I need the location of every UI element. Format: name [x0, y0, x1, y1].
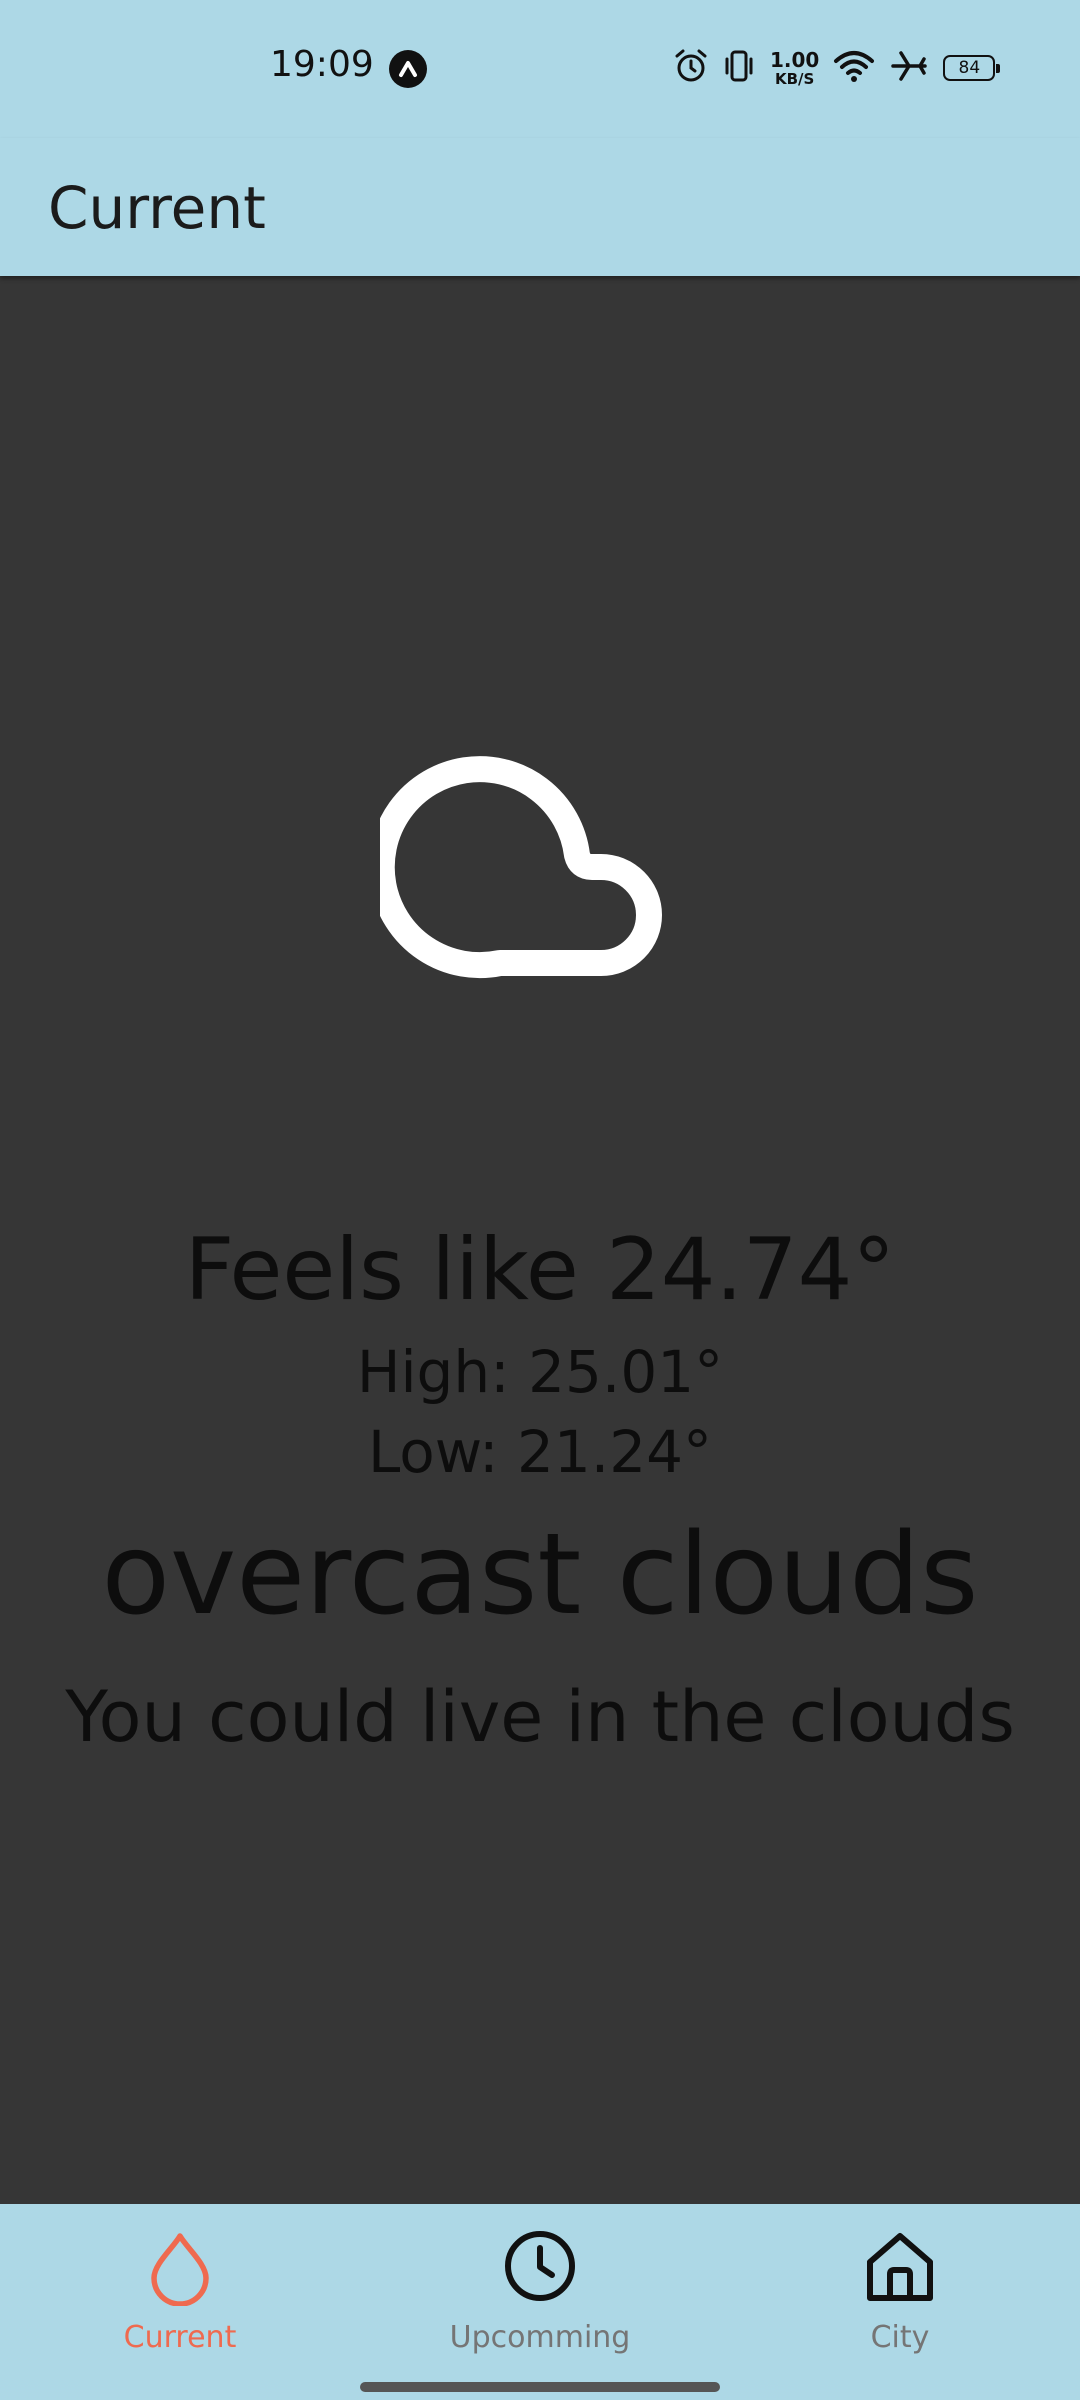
low-temperature: Low: 21.24°	[367, 1418, 713, 1486]
cloud-icon	[368, 740, 700, 980]
nav-tab-upcomming[interactable]: Upcomming	[360, 2204, 720, 2400]
nav-tab-upcomming-label: Upcomming	[449, 2320, 631, 2355]
app-screen: 19:09 1.00 KB/S 84 Current Feels like 24…	[0, 0, 1080, 2400]
status-bar: 19:09 1.00 KB/S 84	[0, 0, 1080, 138]
weather-description: overcast clouds	[101, 1510, 979, 1640]
airplane-mode-icon	[889, 48, 929, 89]
weather-quip: You could live in the clouds	[65, 1676, 1015, 1758]
wifi-icon	[833, 49, 875, 88]
clock-icon	[500, 2226, 580, 2306]
status-icons: 1.00 KB/S 84	[674, 46, 1001, 90]
network-speed-unit: KB/S	[775, 69, 815, 88]
nav-tab-current-label: Current	[123, 2320, 237, 2355]
high-temperature: High: 25.01°	[356, 1338, 724, 1406]
network-speed: 1.00 KB/S	[770, 50, 819, 87]
page-title: Current	[48, 174, 266, 242]
nav-tab-city[interactable]: City	[720, 2204, 1080, 2400]
battery-level: 84	[958, 58, 981, 78]
home-icon	[860, 2226, 940, 2306]
alarm-icon	[674, 48, 708, 89]
status-time: 19:09	[270, 44, 374, 85]
home-indicator[interactable]	[360, 2382, 720, 2392]
feels-like-temperature: Feels like 24.74°	[184, 1220, 896, 1320]
nav-app-icon	[389, 50, 427, 88]
nav-tab-current[interactable]: Current	[0, 2204, 360, 2400]
water-drop-icon	[140, 2226, 220, 2307]
network-speed-value: 1.00	[770, 47, 820, 72]
battery-icon: 84	[943, 55, 1001, 81]
bottom-nav: Current Upcomming City	[0, 2204, 1080, 2400]
vibrate-icon	[722, 48, 756, 89]
nav-tab-city-label: City	[870, 2320, 930, 2355]
app-bar: Current	[0, 138, 1080, 276]
